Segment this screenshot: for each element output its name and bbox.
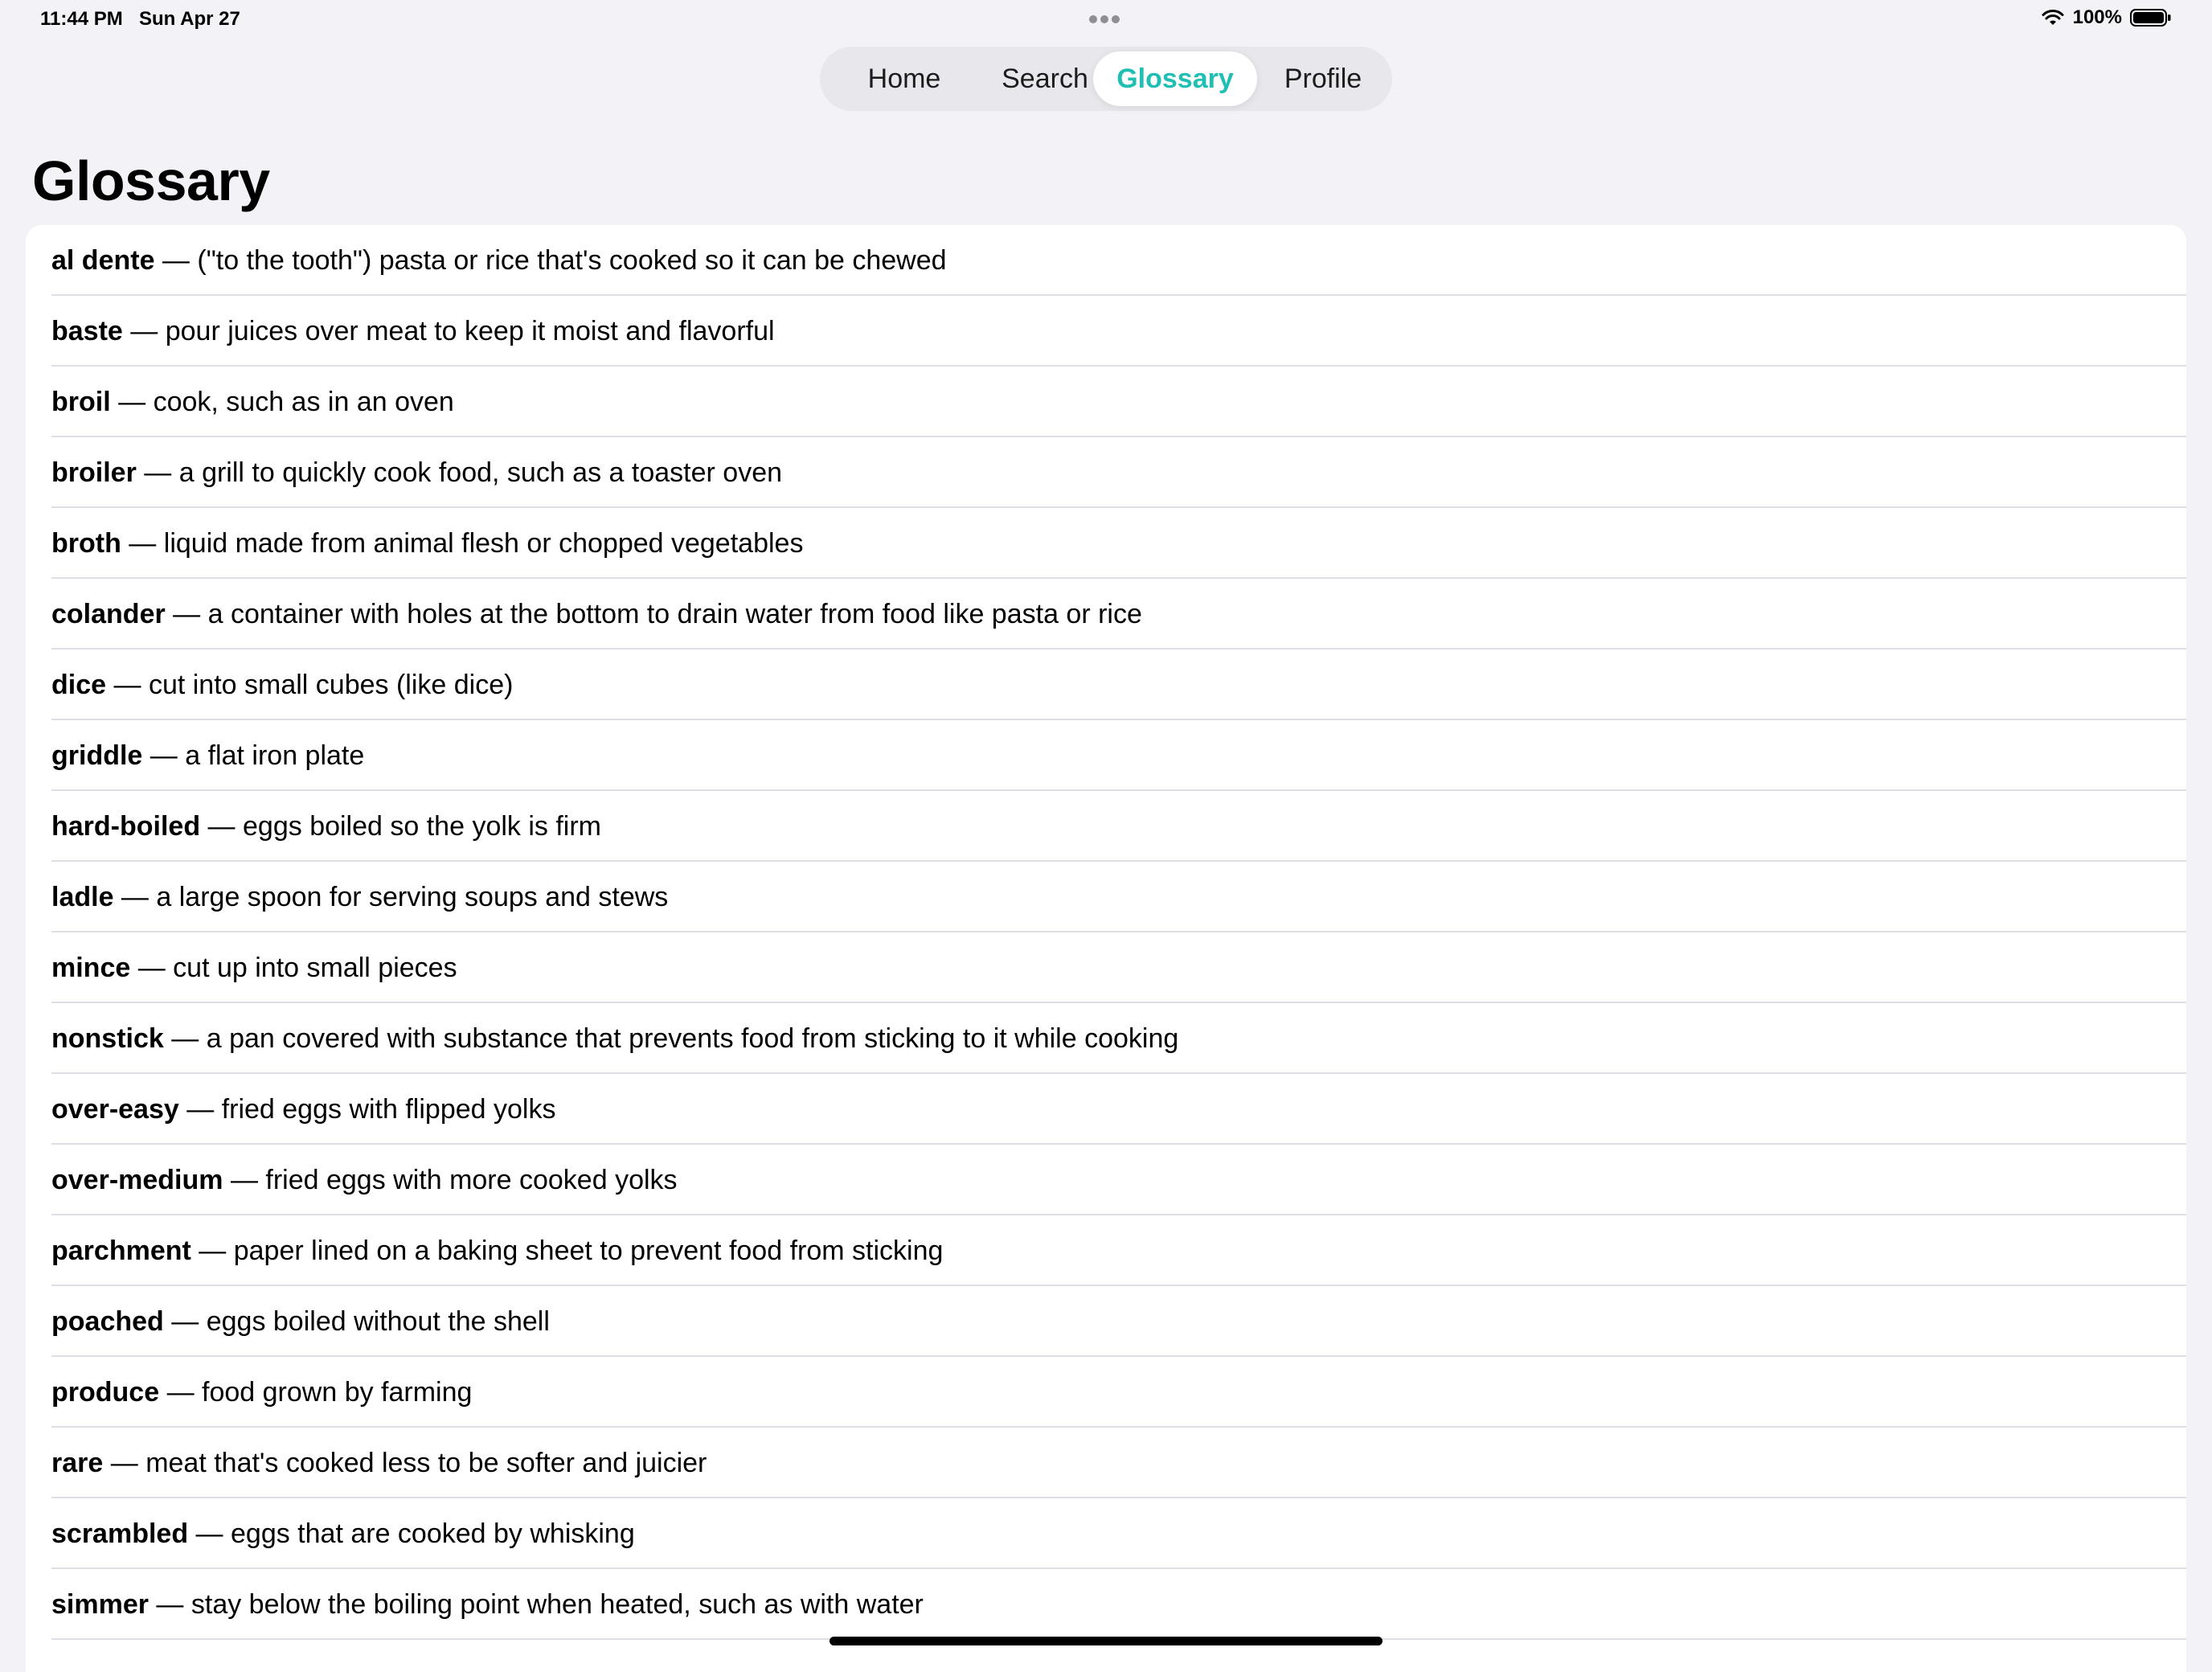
glossary-separator: — (103, 1448, 146, 1478)
glossary-definition: food grown by farming (202, 1377, 473, 1408)
status-date: Sun Apr 27 (139, 8, 240, 30)
glossary-row[interactable]: produce — food grown by farming (26, 1357, 2186, 1428)
glossary-term: al dente (51, 245, 155, 276)
glossary-separator: — (154, 245, 198, 276)
page-title: Glossary (32, 150, 270, 212)
glossary-separator: — (148, 1589, 191, 1620)
glossary-row[interactable]: simmer — stay below the boiling point wh… (26, 1569, 2186, 1640)
glossary-separator: — (142, 740, 186, 771)
glossary-definition: fried eggs with more cooked yolks (265, 1165, 678, 1195)
glossary-term: over-medium (51, 1165, 223, 1195)
glossary-term: parchment (51, 1236, 191, 1266)
glossary-definition: paper lined on a baking sheet to prevent… (233, 1236, 944, 1266)
glossary-definition: liquid made from animal flesh or chopped… (163, 528, 804, 559)
glossary-definition: a pan covered with substance that preven… (206, 1023, 1179, 1054)
glossary-separator: — (163, 1023, 207, 1054)
glossary-row[interactable]: scrambled — eggs that are cooked by whis… (26, 1498, 2186, 1569)
glossary-row[interactable]: griddle — a flat iron plate (26, 720, 2186, 791)
glossary-row[interactable]: nonstick — a pan covered with substance … (26, 1003, 2186, 1074)
glossary-row[interactable]: ladle — a large spoon for serving soups … (26, 862, 2186, 932)
status-indicators: 100% (2041, 6, 2172, 29)
tab-bar: Home Search Glossary Profile (820, 47, 1392, 111)
glossary-separator: — (200, 811, 244, 842)
glossary-separator: — (188, 1518, 231, 1549)
glossary-row[interactable]: baste — pour juices over meat to keep it… (26, 296, 2186, 367)
glossary-term: griddle (51, 740, 143, 771)
glossary-term: simmer (51, 1589, 149, 1620)
glossary-separator: — (223, 1165, 266, 1195)
glossary-term: hard-boiled (51, 811, 201, 842)
glossary-row[interactable]: broiler — a grill to quickly cook food, … (26, 437, 2186, 508)
glossary-term: mince (51, 953, 131, 983)
glossary-term: broiler (51, 457, 137, 488)
home-indicator[interactable] (830, 1637, 1382, 1645)
glossary-row[interactable]: parchment — paper lined on a baking shee… (26, 1215, 2186, 1286)
battery-icon (2130, 9, 2171, 27)
status-bar: 11:44 PM Sun Apr 27 100% (0, 0, 2212, 39)
glossary-term: broil (51, 387, 111, 417)
glossary-definition: ("to the tooth") pasta or rice that's co… (197, 245, 947, 276)
glossary-term: rare (51, 1448, 104, 1478)
glossary-definition: eggs boiled without the shell (206, 1306, 550, 1337)
glossary-definition: meat that's cooked less to be softer and… (145, 1448, 707, 1478)
glossary-definition: a container with holes at the bottom to … (207, 599, 1142, 629)
glossary-separator: — (178, 1094, 222, 1125)
glossary-definition: pour juices over meat to keep it moist a… (165, 316, 775, 346)
glossary-term: baste (51, 316, 123, 346)
glossary-row[interactable]: al dente — ("to the tooth") pasta or ric… (26, 225, 2186, 296)
glossary-row[interactable]: poached — eggs boiled without the shell (26, 1286, 2186, 1357)
glossary-separator: — (159, 1377, 203, 1408)
glossary-row[interactable]: mince — cut up into small pieces (26, 932, 2186, 1003)
glossary-term: ladle (51, 882, 114, 912)
glossary-term: dice (51, 670, 107, 700)
glossary-definition: eggs boiled so the yolk is firm (243, 811, 601, 842)
glossary-row[interactable]: colander — a container with holes at the… (26, 579, 2186, 650)
glossary-definition: a grill to quickly cook food, such as a … (178, 457, 783, 488)
glossary-row[interactable]: hard-boiled — eggs boiled so the yolk is… (26, 791, 2186, 862)
glossary-separator: — (121, 528, 164, 559)
glossary-list[interactable]: al dente — ("to the tooth") pasta or ric… (26, 225, 2186, 1672)
glossary-definition: cut into small cubes (like dice) (148, 670, 514, 700)
glossary-row[interactable]: broth — liquid made from animal flesh or… (26, 508, 2186, 579)
glossary-row[interactable]: over-medium — fried eggs with more cooke… (26, 1145, 2186, 1215)
tab-home[interactable]: Home (836, 51, 973, 106)
multitasking-dots-icon[interactable] (1089, 15, 1120, 23)
glossary-separator: — (110, 387, 154, 417)
glossary-term: scrambled (51, 1518, 189, 1549)
glossary-separator: — (130, 953, 174, 983)
glossary-term: broth (51, 528, 121, 559)
wifi-icon (2042, 10, 2064, 25)
glossary-row[interactable]: broil — cook, such as in an oven (26, 367, 2186, 437)
glossary-separator: — (165, 599, 208, 629)
tab-glossary[interactable]: Glossary (1093, 51, 1257, 106)
glossary-row[interactable]: rare — meat that's cooked less to be sof… (26, 1428, 2186, 1498)
glossary-term: produce (51, 1377, 160, 1408)
glossary-separator: — (190, 1236, 234, 1266)
glossary-separator: — (163, 1306, 207, 1337)
glossary-definition: cut up into small pieces (173, 953, 457, 983)
glossary-term: poached (51, 1306, 164, 1337)
glossary-definition: cook, such as in an oven (153, 387, 454, 417)
tab-profile[interactable]: Profile (1264, 51, 1382, 106)
glossary-separator: — (136, 457, 179, 488)
glossary-separator: — (106, 670, 149, 700)
battery-percent: 100% (2072, 6, 2122, 28)
glossary-definition: stay below the boiling point when heated… (190, 1589, 924, 1620)
glossary-definition: a flat iron plate (185, 740, 365, 771)
status-time: 11:44 PM (40, 8, 123, 30)
glossary-row[interactable]: dice — cut into small cubes (like dice) (26, 650, 2186, 720)
glossary-row[interactable]: over-easy — fried eggs with flipped yolk… (26, 1074, 2186, 1145)
glossary-term: over-easy (51, 1094, 179, 1125)
glossary-term: colander (51, 599, 166, 629)
glossary-term: nonstick (51, 1023, 164, 1054)
glossary-separator: — (122, 316, 166, 346)
glossary-separator: — (113, 882, 157, 912)
glossary-definition: eggs that are cooked by whisking (231, 1518, 635, 1549)
glossary-definition: a large spoon for serving soups and stew… (156, 882, 669, 912)
glossary-definition: fried eggs with flipped yolks (221, 1094, 556, 1125)
